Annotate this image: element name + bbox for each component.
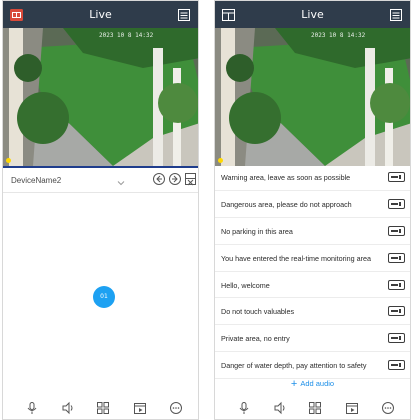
- grid-icon[interactable]: [96, 401, 110, 415]
- list-item[interactable]: Hello, welcome: [215, 272, 410, 299]
- list-item[interactable]: No parking in this area: [215, 218, 410, 245]
- audio-toggle-icon[interactable]: [388, 172, 405, 182]
- add-audio-button[interactable]: + Add audio: [215, 378, 410, 390]
- grid-icon[interactable]: [308, 401, 322, 415]
- add-audio-label: Add audio: [300, 379, 335, 388]
- bottom-toolbar: [215, 397, 410, 419]
- playback-icon[interactable]: [345, 401, 359, 415]
- audio-label: Danger of water depth, pay attention to …: [221, 361, 367, 371]
- top-bar: Live: [3, 1, 198, 28]
- top-bar: Live: [215, 1, 410, 28]
- audio-toggle-icon[interactable]: [388, 306, 405, 317]
- plus-icon: +: [290, 378, 298, 390]
- audio-label: Do not touch valuables: [221, 307, 295, 317]
- page-title: Live: [89, 8, 112, 21]
- chevron-down-icon[interactable]: [116, 175, 126, 186]
- video-timestamp: 2023 10 8 14:32: [99, 32, 154, 39]
- more-icon[interactable]: [169, 401, 183, 415]
- audio-toggle-icon[interactable]: [388, 360, 405, 371]
- list-item[interactable]: You have entered the real-time monitorin…: [215, 245, 410, 272]
- list-item[interactable]: Do not touch valuables: [215, 298, 410, 326]
- menu-icon[interactable]: [390, 8, 402, 21]
- live-indicator: [218, 158, 223, 163]
- speaker-icon[interactable]: [273, 401, 287, 415]
- list-item[interactable]: Danger of water depth, pay attention to …: [215, 352, 410, 380]
- device-name[interactable]: DeviceName2: [11, 176, 61, 185]
- microphone-icon[interactable]: [237, 401, 251, 415]
- audio-label: Warning area, leave as soon as possible: [221, 173, 351, 182]
- live-screen-right: Live 2023 10 8 14:32 Warning area, leave…: [214, 0, 411, 420]
- audio-label: Dangerous area, please do not approach: [221, 199, 352, 209]
- speaker-icon[interactable]: [61, 401, 75, 415]
- more-icon[interactable]: [381, 401, 395, 415]
- channel-button[interactable]: 01: [93, 286, 115, 308]
- live-indicator: [6, 158, 11, 163]
- menu-icon[interactable]: [178, 8, 190, 21]
- audio-toggle-icon[interactable]: [388, 279, 405, 290]
- list-item[interactable]: Warning area, leave as soon as possible: [215, 164, 410, 191]
- list-item[interactable]: Private area, no entry: [215, 325, 410, 353]
- playback-icon[interactable]: [133, 401, 147, 415]
- audio-label: Private area, no entry: [221, 334, 290, 344]
- audio-toggle-icon[interactable]: [388, 225, 405, 236]
- bottom-toolbar: [3, 397, 198, 419]
- video-divider: [3, 166, 198, 168]
- page-title: Live: [301, 8, 324, 21]
- list-item[interactable]: Dangerous area, please do not approach: [215, 191, 410, 218]
- live-screen-left: Live 2023 10 8 14:32 DeviceName2 01: [2, 0, 199, 420]
- audio-toggle-icon[interactable]: [388, 252, 405, 263]
- live-video-view[interactable]: 2023 10 8 14:32: [3, 28, 198, 166]
- audio-label: No parking in this area: [221, 226, 293, 236]
- microphone-icon[interactable]: [25, 401, 39, 415]
- audio-label: Hello, welcome: [221, 280, 270, 290]
- device-bar: DeviceName2: [3, 169, 198, 193]
- audio-toggle-icon[interactable]: [388, 333, 405, 344]
- live-video-view[interactable]: 2023 10 8 14:32: [215, 28, 410, 166]
- video-timestamp: 2023 10 8 14:32: [311, 32, 366, 39]
- audio-toggle-icon[interactable]: [388, 198, 405, 209]
- audio-list: Warning area, leave as soon as possible …: [215, 164, 410, 380]
- next-icon[interactable]: [169, 173, 181, 185]
- previous-icon[interactable]: [153, 173, 165, 185]
- audio-label: You have entered the real-time monitorin…: [221, 253, 371, 263]
- close-window-icon[interactable]: [185, 173, 196, 186]
